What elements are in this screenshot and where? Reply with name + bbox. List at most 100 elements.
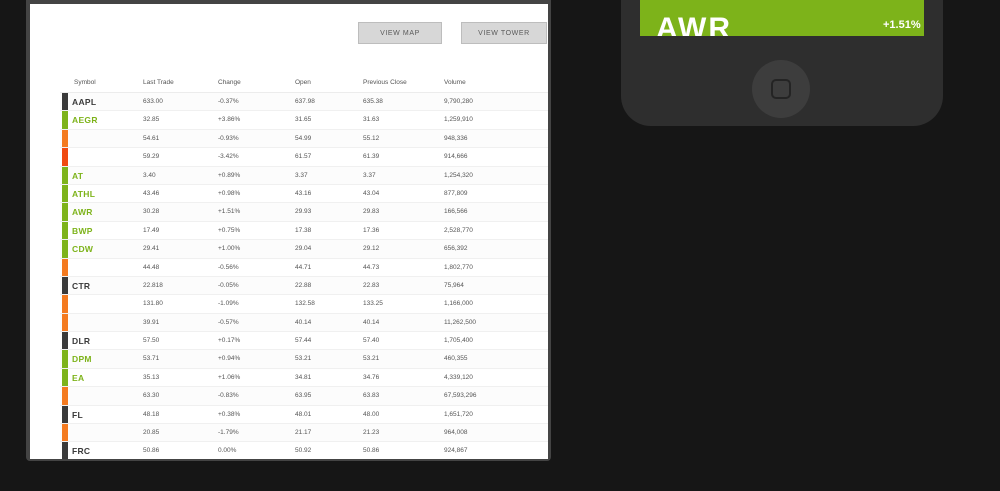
cell-volume: 4,339,120: [444, 373, 473, 381]
table-row[interactable]: ATHL 43.46 +0.98% 43.16 43.04 877,809: [60, 184, 548, 204]
cell-volume: 964,008: [444, 429, 468, 437]
home-button[interactable]: [752, 60, 810, 118]
table-row[interactable]: FRC 50.86 0.00% 50.92 50.86 924,867: [60, 442, 548, 459]
status-color-bar: [62, 184, 68, 203]
tablet-screen: View Map View Tower Symbol Last Trade Ch…: [30, 4, 548, 459]
cell-symbol: EA: [72, 372, 85, 383]
cell-last-trade: 131.80: [143, 300, 163, 308]
table-row[interactable]: DPM 53.71 +0.94% 53.21 53.21 460,355: [60, 350, 548, 369]
cell-open: 17.38: [295, 226, 312, 234]
cell-open: 63.95: [295, 392, 312, 400]
table-row[interactable]: 39.91 -0.57% 40.14 40.14 11,262,500: [60, 313, 548, 333]
cell-open: 57.44: [295, 337, 312, 345]
table-row[interactable]: CTR 22.818 -0.05% 22.88 22.83 75,964: [60, 276, 548, 296]
table-row[interactable]: BWP 17.49 +0.75% 17.38 17.36 2,528,770: [60, 221, 548, 241]
cell-volume: 166,566: [444, 208, 468, 216]
header-volume[interactable]: Volume: [444, 79, 466, 86]
header-open[interactable]: Open: [295, 79, 311, 86]
cell-volume: 11,262,500: [444, 318, 477, 326]
cell-previous-close: 21.23: [363, 429, 380, 437]
cell-symbol: AT: [72, 170, 84, 181]
cell-open: 21.17: [295, 429, 312, 437]
cell-change: -0.57%: [218, 318, 239, 326]
status-color-bar: [62, 240, 68, 258]
cell-open: 29.93: [295, 208, 312, 216]
cell-last-trade: 29.41: [143, 245, 160, 253]
cell-last-trade: 17.49: [143, 226, 160, 234]
cell-last-trade: 30.28: [143, 208, 160, 216]
view-tower-button[interactable]: View Tower: [461, 22, 547, 44]
header-change[interactable]: Change: [218, 79, 241, 86]
cell-volume: 948,336: [444, 134, 468, 142]
cell-change: -0.56%: [218, 263, 239, 271]
cell-previous-close: 61.39: [363, 153, 380, 161]
cell-last-trade: 59.29: [143, 153, 160, 161]
cell-last-trade: 633.00: [143, 98, 163, 105]
cell-change: +0.94%: [218, 355, 241, 363]
table-row[interactable]: CDW 29.41 +1.00% 29.04 29.12 656,392: [60, 240, 548, 259]
view-map-button[interactable]: View Map: [358, 22, 442, 44]
cell-previous-close: 53.21: [363, 355, 380, 363]
cell-volume: 877,809: [444, 189, 468, 197]
table-row[interactable]: AT 3.40 +0.89% 3.37 3.37 1,254,320: [60, 166, 548, 185]
cell-volume: 1,166,000: [444, 300, 473, 308]
phone-symbol: AWR: [656, 12, 732, 36]
cell-open: 22.88: [295, 281, 312, 289]
table-row[interactable]: AWR 30.28 +1.51% 29.93 29.83 166,566: [60, 203, 548, 222]
cell-volume: 1,651,720: [444, 410, 473, 418]
status-color-bar: [62, 424, 68, 442]
cell-symbol: FRC: [72, 446, 91, 457]
cell-last-trade: 39.91: [143, 318, 160, 326]
cell-volume: 914,666: [444, 153, 468, 161]
table-row[interactable]: EA 35.13 +1.06% 34.81 34.76 4,339,120: [60, 368, 548, 388]
status-color-bar: [62, 405, 68, 424]
cell-open: 40.14: [295, 318, 312, 326]
table-row[interactable]: 54.61 -0.93% 54.99 55.12 948,336: [60, 129, 548, 149]
cell-previous-close: 50.86: [363, 447, 380, 455]
table-row[interactable]: 63.30 -0.83% 63.95 63.83 67,593,296: [60, 387, 548, 406]
cell-last-trade: 48.18: [143, 410, 160, 418]
table-row[interactable]: 20.85 -1.79% 21.17 21.23 964,008: [60, 424, 548, 443]
cell-change: +0.17%: [218, 337, 241, 345]
table-row[interactable]: AEGR 32.85 +3.86% 31.65 31.63 1,259,910: [60, 111, 548, 130]
cell-symbol: CDW: [72, 244, 94, 255]
header-previous-close[interactable]: Previous Close: [363, 79, 407, 86]
status-color-bar: [62, 368, 68, 387]
status-color-bar: [62, 313, 68, 332]
cell-last-trade: 50.86: [143, 447, 160, 455]
cell-previous-close: 31.63: [363, 116, 380, 124]
cell-symbol: BWP: [72, 225, 93, 236]
table-row[interactable]: 59.29 -3.42% 61.57 61.39 914,666: [60, 148, 548, 167]
status-color-bar: [62, 350, 68, 368]
table-row[interactable]: AAPL 633.00 -0.37% 637.98 635.38 9,790,280: [60, 93, 548, 112]
cell-open: 43.16: [295, 189, 312, 197]
phone-frame: AWR +1.51%: [621, 0, 943, 126]
header-symbol[interactable]: Symbol: [74, 79, 96, 86]
cell-open: 3.37: [295, 171, 308, 179]
status-color-bar: [62, 387, 68, 405]
phone-change: +1.51%: [883, 19, 921, 31]
cell-symbol: DLR: [72, 336, 91, 347]
cell-previous-close: 29.12: [363, 245, 380, 253]
status-color-bar: [62, 276, 68, 295]
cell-change: +0.98%: [218, 189, 241, 197]
cell-change: -0.93%: [218, 134, 239, 142]
cell-change: -0.83%: [218, 392, 239, 400]
status-color-bar: [62, 93, 68, 111]
cell-volume: 656,392: [444, 245, 468, 253]
cell-previous-close: 29.83: [363, 208, 380, 216]
table-row[interactable]: DLR 57.50 +0.17% 57.44 57.40 1,705,400: [60, 332, 548, 351]
cell-volume: 1,259,910: [444, 116, 473, 124]
cell-open: 54.99: [295, 134, 312, 142]
table-row[interactable]: 131.80 -1.09% 132.58 133.25 1,166,000: [60, 295, 548, 314]
cell-open: 44.71: [295, 263, 312, 271]
header-last-trade[interactable]: Last Trade: [143, 79, 174, 86]
status-color-bar: [62, 258, 68, 276]
cell-last-trade: 32.85: [143, 116, 160, 124]
table-row[interactable]: 44.48 -0.56% 44.71 44.73 1,802,770: [60, 258, 548, 277]
cell-volume: 924,867: [444, 447, 468, 455]
cell-volume: 2,528,770: [444, 226, 473, 234]
table-row[interactable]: FL 48.18 +0.38% 48.01 48.00 1,651,720: [60, 405, 548, 425]
cell-last-trade: 3.40: [143, 171, 156, 179]
cell-symbol: AWR: [72, 207, 93, 218]
